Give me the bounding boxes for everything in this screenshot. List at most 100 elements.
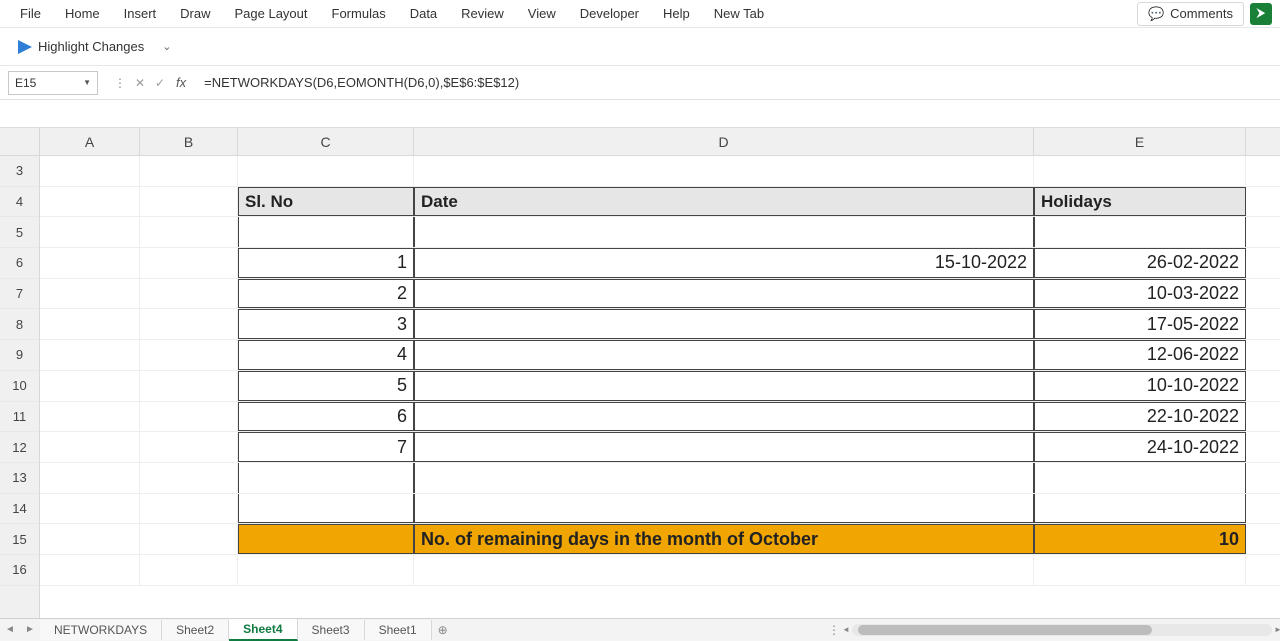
cell[interactable] <box>140 279 238 309</box>
scrollbar-thumb[interactable] <box>858 625 1152 635</box>
scroll-right-icon[interactable]: ► <box>1272 624 1280 636</box>
sheet-tab-sheet2[interactable]: Sheet2 <box>162 620 229 640</box>
cell[interactable] <box>140 248 238 278</box>
name-box[interactable]: E15 ▼ <box>8 71 98 95</box>
cell[interactable] <box>140 340 238 370</box>
cell[interactable]: 12-06-2022 <box>1034 340 1246 370</box>
cell[interactable] <box>238 217 414 247</box>
formula-dropdown[interactable]: ⋮ <box>112 71 128 95</box>
cell[interactable] <box>414 494 1034 524</box>
menu-draw[interactable]: Draw <box>168 2 222 25</box>
horizontal-scrollbar[interactable]: ◄ ► <box>852 624 1272 636</box>
menu-formulas[interactable]: Formulas <box>320 2 398 25</box>
cell[interactable] <box>40 555 140 585</box>
menu-new-tab[interactable]: New Tab <box>702 2 776 25</box>
toolbar-overflow[interactable]: ⌄ <box>156 40 177 53</box>
cell[interactable]: 7 <box>238 432 414 462</box>
fx-icon[interactable]: fx <box>172 75 190 90</box>
col-header-c[interactable]: C <box>238 128 414 155</box>
formula-input[interactable]: =NETWORKDAYS(D6,EOMONTH(D6,0),$E$6:$E$12… <box>194 71 1280 94</box>
add-sheet-button[interactable]: ⊕ <box>432 619 454 641</box>
row-header-15[interactable]: 15 <box>0 524 39 555</box>
cell[interactable]: 3 <box>238 309 414 339</box>
cell[interactable] <box>140 156 238 186</box>
cell[interactable] <box>1034 494 1246 524</box>
cell[interactable]: 17-05-2022 <box>1034 309 1246 339</box>
cell-summary-value[interactable]: 10 <box>1034 524 1246 554</box>
cell[interactable] <box>140 187 238 217</box>
cell[interactable] <box>40 248 140 278</box>
cell[interactable] <box>140 217 238 247</box>
comments-button[interactable]: 💬 Comments <box>1137 2 1244 26</box>
cell[interactable] <box>40 371 140 401</box>
enter-icon[interactable]: ✓ <box>152 71 168 95</box>
row-header-10[interactable]: 10 <box>0 371 39 402</box>
sheet-scroll-left[interactable]: ◄ <box>0 619 20 641</box>
cell[interactable] <box>40 524 140 554</box>
cancel-icon[interactable]: ✕ <box>132 71 148 95</box>
cell[interactable] <box>40 402 140 432</box>
cell[interactable] <box>238 524 414 554</box>
cell[interactable]: 15-10-2022 <box>414 248 1034 278</box>
cell[interactable] <box>140 524 238 554</box>
menu-review[interactable]: Review <box>449 2 516 25</box>
menu-data[interactable]: Data <box>398 2 449 25</box>
row-header-13[interactable]: 13 <box>0 463 39 494</box>
row-header-6[interactable]: 6 <box>0 248 39 279</box>
row-header-3[interactable]: 3 <box>0 156 39 187</box>
cell[interactable]: 1 <box>238 248 414 278</box>
row-header-12[interactable]: 12 <box>0 432 39 463</box>
row-header-4[interactable]: 4 <box>0 187 39 218</box>
cell-header-date[interactable]: Date <box>414 187 1034 217</box>
cell-summary-label[interactable]: No. of remaining days in the month of Oc… <box>414 524 1034 554</box>
cell[interactable]: 4 <box>238 340 414 370</box>
cell[interactable] <box>414 555 1034 585</box>
cell[interactable]: 22-10-2022 <box>1034 402 1246 432</box>
cell[interactable] <box>238 463 414 493</box>
menu-developer[interactable]: Developer <box>568 2 651 25</box>
cell[interactable] <box>140 309 238 339</box>
cell[interactable] <box>414 156 1034 186</box>
sheet-tab-sheet1[interactable]: Sheet1 <box>365 620 432 640</box>
cell[interactable]: 24-10-2022 <box>1034 432 1246 462</box>
cell[interactable] <box>140 402 238 432</box>
sheet-tab-sheet3[interactable]: Sheet3 <box>298 620 365 640</box>
cell[interactable] <box>40 340 140 370</box>
menu-help[interactable]: Help <box>651 2 702 25</box>
col-header-b[interactable]: B <box>140 128 238 155</box>
cell[interactable] <box>414 279 1034 309</box>
cell-header-holidays[interactable]: Holidays <box>1034 187 1246 217</box>
cell[interactable] <box>1034 217 1246 247</box>
cell[interactable] <box>238 494 414 524</box>
cell[interactable]: 5 <box>238 371 414 401</box>
row-header-16[interactable]: 16 <box>0 555 39 586</box>
scroll-left-icon[interactable]: ◄ <box>840 624 852 636</box>
cell[interactable] <box>414 217 1034 247</box>
row-header-8[interactable]: 8 <box>0 309 39 340</box>
cell[interactable] <box>40 494 140 524</box>
menu-home[interactable]: Home <box>53 2 112 25</box>
cell[interactable] <box>40 217 140 247</box>
cell[interactable] <box>1034 156 1246 186</box>
col-header-e[interactable]: E <box>1034 128 1246 155</box>
cell[interactable] <box>238 555 414 585</box>
row-header-11[interactable]: 11 <box>0 402 39 433</box>
cell[interactable] <box>1034 463 1246 493</box>
cell[interactable]: 26-02-2022 <box>1034 248 1246 278</box>
cell[interactable] <box>1034 555 1246 585</box>
cell[interactable] <box>40 463 140 493</box>
cell[interactable] <box>140 494 238 524</box>
cell[interactable] <box>414 463 1034 493</box>
cell[interactable] <box>40 309 140 339</box>
cell[interactable] <box>238 156 414 186</box>
cell[interactable] <box>140 371 238 401</box>
cell[interactable] <box>140 555 238 585</box>
cell[interactable] <box>414 309 1034 339</box>
row-header-5[interactable]: 5 <box>0 217 39 248</box>
menu-insert[interactable]: Insert <box>112 2 169 25</box>
cell[interactable] <box>40 279 140 309</box>
row-header-9[interactable]: 9 <box>0 340 39 371</box>
cell[interactable] <box>414 340 1034 370</box>
sheet-scroll-right[interactable]: ► <box>20 619 40 641</box>
cell[interactable]: 2 <box>238 279 414 309</box>
